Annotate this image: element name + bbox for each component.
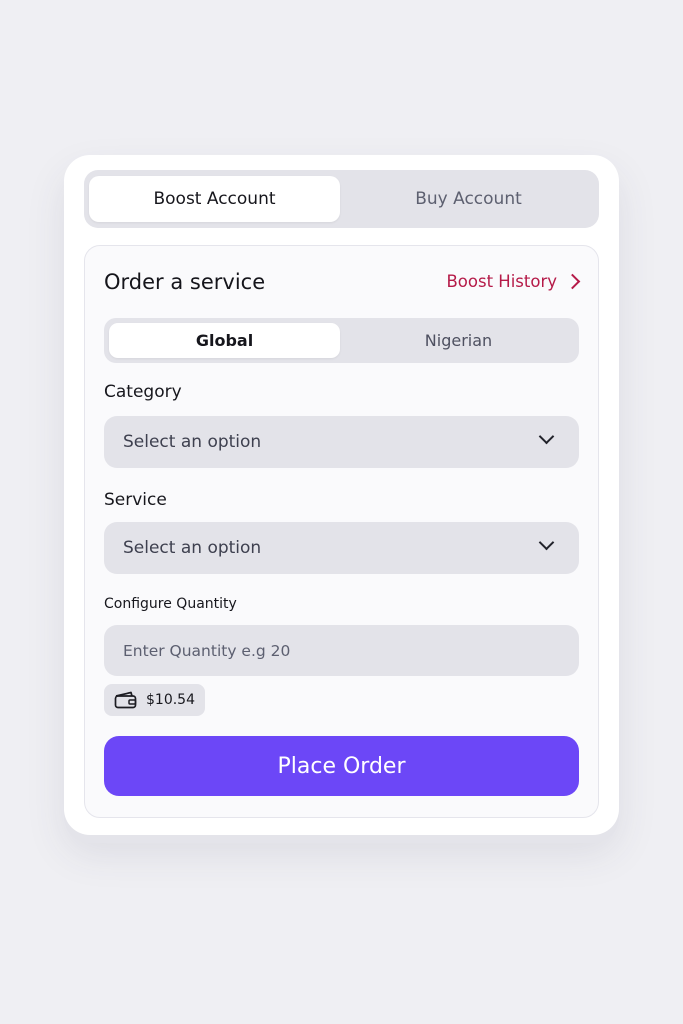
chevron-right-icon <box>564 273 581 290</box>
account-tabs: Boost Account Buy Account <box>84 170 599 228</box>
category-select-value: Select an option <box>123 432 262 452</box>
page-title: Order a service <box>104 270 266 294</box>
tab-nigerian[interactable]: Nigerian <box>343 323 574 358</box>
boost-history-link[interactable]: Boost History <box>446 272 581 291</box>
place-order-button[interactable]: Place Order <box>104 736 579 796</box>
order-panel: Order a service Boost History Global Nig… <box>84 245 599 818</box>
chevron-down-icon <box>538 534 555 551</box>
category-label: Category <box>104 382 182 402</box>
wallet-icon <box>114 691 137 709</box>
order-card: Boost Account Buy Account Order a servic… <box>64 155 619 835</box>
service-label: Service <box>104 490 167 510</box>
service-select-value: Select an option <box>123 538 262 558</box>
wallet-balance-badge: $10.54 <box>104 684 205 716</box>
boost-history-label: Boost History <box>446 272 557 291</box>
tab-global[interactable]: Global <box>109 323 340 358</box>
tab-buy-account[interactable]: Buy Account <box>343 176 594 222</box>
quantity-input[interactable]: Enter Quantity e.g 20 <box>104 625 579 676</box>
quantity-placeholder: Enter Quantity e.g 20 <box>123 641 291 660</box>
chevron-down-icon <box>538 428 555 445</box>
region-tabs: Global Nigerian <box>104 318 579 363</box>
tab-boost-account[interactable]: Boost Account <box>89 176 340 222</box>
quantity-label: Configure Quantity <box>104 596 237 612</box>
category-select[interactable]: Select an option <box>104 416 579 468</box>
service-select[interactable]: Select an option <box>104 522 579 574</box>
wallet-balance-amount: $10.54 <box>146 692 195 708</box>
